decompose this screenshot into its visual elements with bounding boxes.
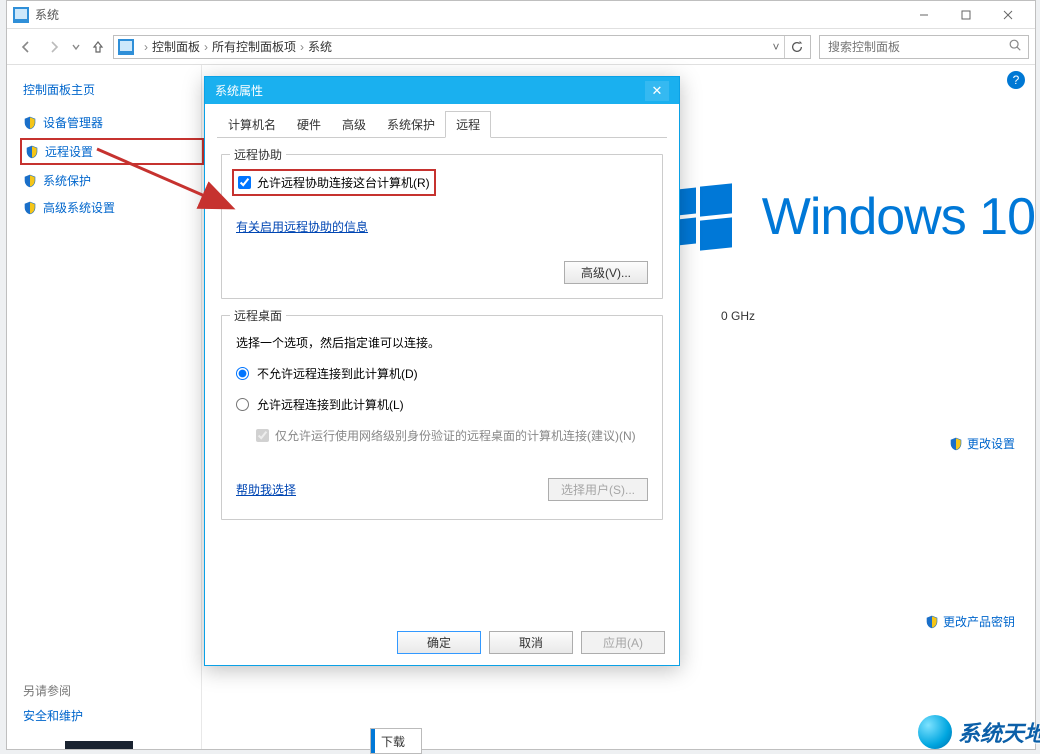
radio-allow-remote[interactable]: 允许远程连接到此计算机(L) bbox=[236, 396, 648, 413]
apply-button[interactable]: 应用(A) bbox=[581, 631, 665, 654]
remote-desktop-group: 远程桌面 选择一个选项，然后指定谁可以连接。 不允许远程连接到此计算机(D) 允… bbox=[221, 315, 663, 520]
remote-desktop-instruction: 选择一个选项，然后指定谁可以连接。 bbox=[236, 334, 648, 351]
forward-button[interactable] bbox=[41, 34, 67, 60]
watermark: 系统天地 bbox=[918, 715, 1040, 749]
shield-icon bbox=[23, 201, 37, 215]
nla-checkbox-input bbox=[256, 429, 269, 442]
sidebar-home-link[interactable]: 控制面板主页 bbox=[23, 81, 201, 98]
windows-10-text: Windows 10 bbox=[762, 187, 1035, 247]
shield-icon bbox=[23, 116, 37, 130]
tab-advanced[interactable]: 高级 bbox=[331, 111, 377, 138]
shield-icon bbox=[949, 437, 963, 451]
crumb-2[interactable]: 系统 bbox=[308, 38, 332, 55]
shield-icon bbox=[23, 174, 37, 188]
tab-system-protection[interactable]: 系统保护 bbox=[376, 111, 446, 138]
radio-allow-input[interactable] bbox=[236, 398, 249, 411]
dialog-title: 系统属性 bbox=[215, 82, 263, 99]
allow-remote-assist-checkbox[interactable]: 允许远程协助连接这台计算机(R) bbox=[236, 173, 432, 192]
maximize-button[interactable] bbox=[945, 3, 987, 27]
cancel-button[interactable]: 取消 bbox=[489, 631, 573, 654]
select-users-button[interactable]: 选择用户(S)... bbox=[548, 478, 648, 501]
address-bar[interactable]: › 控制面板 › 所有控制面板项 › 系统 ˅ bbox=[113, 35, 811, 59]
group-title-remote-assist: 远程协助 bbox=[230, 146, 286, 163]
change-product-key-link[interactable]: 更改产品密钥 bbox=[925, 613, 1015, 630]
remote-assist-info-link[interactable]: 有关启用远程协助的信息 bbox=[236, 220, 368, 234]
sidebar-item-label: 设备管理器 bbox=[43, 114, 103, 131]
refresh-button[interactable] bbox=[784, 36, 808, 58]
sidebar-item-label: 高级系统设置 bbox=[43, 199, 115, 216]
help-icon[interactable]: ? bbox=[1007, 71, 1025, 89]
window-controls bbox=[903, 3, 1029, 27]
tabs: 计算机名 硬件 高级 系统保护 远程 bbox=[217, 110, 667, 138]
cpu-ghz: 0 GHz bbox=[721, 309, 755, 323]
sidebar-item-remote-settings[interactable]: 远程设置 bbox=[23, 141, 201, 162]
group-title-remote-desktop: 远程桌面 bbox=[230, 307, 286, 324]
sidebar-item-device-manager[interactable]: 设备管理器 bbox=[23, 114, 201, 131]
shield-icon bbox=[925, 615, 939, 629]
titlebar: 系统 bbox=[7, 1, 1035, 29]
sidebar: 控制面板主页 设备管理器 远程设置 系统保护 高级系统设置 另请参阅 安全和维护 bbox=[7, 65, 202, 749]
nla-checkbox: 仅允许运行使用网络级别身份验证的远程桌面的计算机连接(建议)(N) bbox=[256, 427, 648, 444]
system-properties-dialog: 系统属性 ✕ 计算机名 硬件 高级 系统保护 远程 远程协助 允许远程协助连接这… bbox=[204, 76, 680, 666]
taskbar-fragment bbox=[65, 741, 133, 749]
search-input[interactable] bbox=[826, 39, 1008, 55]
search-bar[interactable] bbox=[819, 35, 1029, 59]
dialog-body: 计算机名 硬件 高级 系统保护 远程 远程协助 允许远程协助连接这台计算机(R)… bbox=[205, 104, 679, 520]
up-button[interactable] bbox=[85, 34, 111, 60]
see-also-link[interactable]: 安全和维护 bbox=[23, 707, 83, 724]
crumb-1[interactable]: 所有控制面板项 bbox=[212, 38, 296, 55]
advanced-button[interactable]: 高级(V)... bbox=[564, 261, 648, 284]
dialog-titlebar: 系统属性 ✕ bbox=[205, 77, 679, 104]
close-button[interactable] bbox=[987, 3, 1029, 27]
tab-computer-name[interactable]: 计算机名 bbox=[217, 111, 287, 138]
change-settings-link[interactable]: 更改设置 bbox=[949, 435, 1015, 452]
ok-button[interactable]: 确定 bbox=[397, 631, 481, 654]
back-button[interactable] bbox=[13, 34, 39, 60]
app-icon bbox=[13, 7, 29, 23]
sidebar-item-label: 远程设置 bbox=[45, 143, 93, 160]
tab-hardware[interactable]: 硬件 bbox=[286, 111, 332, 138]
shield-icon bbox=[25, 145, 39, 159]
windows-10-brand: Windows 10 bbox=[668, 185, 1035, 249]
watermark-text: 系统天地 bbox=[958, 716, 1040, 748]
radio-disallow-input[interactable] bbox=[236, 367, 249, 380]
download-panel[interactable]: 下载 bbox=[370, 728, 422, 754]
search-icon bbox=[1008, 38, 1022, 55]
help-me-choose-link[interactable]: 帮助我选择 bbox=[236, 481, 296, 498]
see-also: 另请参阅 安全和维护 bbox=[23, 682, 83, 724]
dialog-actions: 确定 取消 应用(A) bbox=[205, 619, 679, 665]
address-dropdown-icon[interactable]: ˅ bbox=[768, 40, 784, 54]
recent-dropdown[interactable] bbox=[69, 34, 83, 60]
window-title: 系统 bbox=[35, 6, 59, 23]
navbar: › 控制面板 › 所有控制面板项 › 系统 ˅ bbox=[7, 29, 1035, 65]
dialog-close-button[interactable]: ✕ bbox=[645, 81, 669, 101]
watermark-globe-icon bbox=[918, 715, 952, 749]
address-icon bbox=[118, 39, 134, 55]
sidebar-item-system-protection[interactable]: 系统保护 bbox=[23, 172, 201, 189]
remote-assistance-group: 远程协助 允许远程协助连接这台计算机(R) 有关启用远程协助的信息 高级(V).… bbox=[221, 154, 663, 299]
minimize-button[interactable] bbox=[903, 3, 945, 27]
tab-remote[interactable]: 远程 bbox=[445, 111, 491, 138]
radio-disallow-remote[interactable]: 不允许远程连接到此计算机(D) bbox=[236, 365, 648, 382]
sidebar-item-label: 系统保护 bbox=[43, 172, 91, 189]
crumb-0[interactable]: 控制面板 bbox=[152, 38, 200, 55]
allow-remote-assist-input[interactable] bbox=[238, 176, 251, 189]
see-also-header: 另请参阅 bbox=[23, 682, 83, 699]
sidebar-item-advanced-settings[interactable]: 高级系统设置 bbox=[23, 199, 201, 216]
